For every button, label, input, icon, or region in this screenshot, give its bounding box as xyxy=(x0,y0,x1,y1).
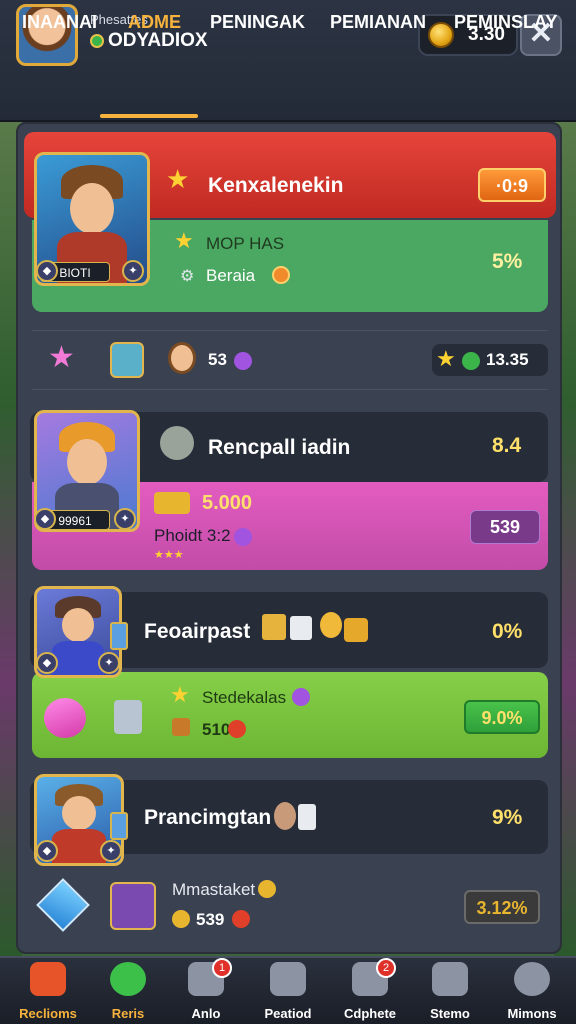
tab-pemianan[interactable]: PEMIANAN xyxy=(330,12,426,33)
profile-name-text: ODYADIOX xyxy=(108,30,208,51)
row-1-hero-icon xyxy=(110,342,144,378)
card-3-coins-icon xyxy=(344,618,368,642)
active-tab-indicator xyxy=(100,114,198,118)
row-1-star-icon: ★ xyxy=(48,341,75,374)
tab-peminslay[interactable]: PEMINSLAY xyxy=(454,12,557,33)
card-2-ticket-icon xyxy=(154,492,190,514)
card-2-value: 8.4 xyxy=(492,434,522,457)
nav-item-reris[interactable]: Reris xyxy=(88,962,168,1021)
row-1-face-icon xyxy=(168,342,196,374)
card-1-line2-coin-icon xyxy=(272,266,290,284)
card-4-price-pill[interactable]: 3.12% xyxy=(464,890,540,924)
card-2-title: Rencpall iadin xyxy=(208,436,351,459)
card-2-chat-icon xyxy=(160,426,194,460)
bottom-nav: Reclioms Reris 1 Anlo Peatiod 2 Cdphete … xyxy=(0,956,576,1024)
top-bar: Phesattes ODYADIOX 3.30 ✕ INAANAI ADME P… xyxy=(0,0,576,122)
card-1-line1-star-icon: ★ xyxy=(174,228,194,253)
tab-adme[interactable]: ADME xyxy=(128,12,181,33)
row-1-value-star-icon: ★ xyxy=(436,346,456,371)
nav-item-cdphete[interactable]: 2 Cdphete xyxy=(330,958,410,1021)
card-4-right-badge-icon: ✦ xyxy=(100,840,122,862)
nav-label-reclioms: Reclioms xyxy=(19,1006,77,1021)
card-3-box-icon xyxy=(290,616,312,640)
card-4-value: 9% xyxy=(492,806,523,829)
nav-item-anlo[interactable]: 1 Anlo xyxy=(166,958,246,1021)
nav-label-mimons: Mimons xyxy=(507,1006,557,1021)
card-1-line2: Beraia xyxy=(206,266,256,285)
card-3-title: Feoairpast xyxy=(144,620,251,643)
card-4-trophy-icon xyxy=(258,880,276,898)
card-3-line2-icon xyxy=(172,718,190,736)
content-panel: BIOTI ◆ ✦ ★ Kenxalenekin ·0:9 ★ MOP HAS … xyxy=(16,122,562,954)
nav-badge-anlo: 1 xyxy=(212,958,232,978)
person-icon xyxy=(514,962,550,996)
card-4-card-icon xyxy=(110,812,128,840)
card-3-value: 0% xyxy=(492,620,523,643)
nav-item-stemo[interactable]: Stemo xyxy=(410,962,490,1021)
card-3-gem-icon xyxy=(292,688,310,706)
card-4-title: Prancimgtan xyxy=(144,806,272,829)
card-4-line2: 539 xyxy=(196,910,225,929)
nav-label-peatiod: Peatiod xyxy=(264,1006,312,1021)
card-2-right-badge-icon: ✦ xyxy=(114,508,136,530)
nav-label-cdphete: Cdphete xyxy=(344,1006,396,1021)
row-1-gem-icon xyxy=(234,352,252,370)
row-1-value-gem-icon xyxy=(462,352,480,370)
card-3-trophy-icon xyxy=(320,612,342,638)
card-2-left-badge-icon: ◆ xyxy=(34,508,56,530)
chat-icon xyxy=(110,962,146,996)
card-4-line1: Mmastaket xyxy=(172,880,256,899)
nav-label-anlo: Anlo xyxy=(191,1006,221,1021)
nav-item-mimons[interactable]: Mimons xyxy=(492,962,572,1021)
card-1-title: Kenxalenekin xyxy=(208,174,344,197)
coin-icon xyxy=(428,22,454,48)
card-2-line2: Phoidt 3:2 xyxy=(154,526,231,545)
card-3-ruby-icon xyxy=(228,720,246,738)
card-4-face-icon xyxy=(274,802,296,830)
card-1-timer-pill[interactable]: ·0:9 xyxy=(478,168,546,202)
message-icon: 2 xyxy=(352,958,396,996)
card-1-line2-icon: ⚙ xyxy=(180,268,195,285)
home-icon xyxy=(30,962,66,996)
card-3-price-pill[interactable]: 9.0% xyxy=(464,700,540,734)
nav-item-reclioms[interactable]: Reclioms xyxy=(8,962,88,1021)
card-1-line1: MOP HAS xyxy=(206,234,285,253)
row-1-value: 13.35 xyxy=(486,350,529,369)
tab-peningak[interactable]: PENINGAK xyxy=(210,12,305,33)
card-1-value: 5% xyxy=(492,250,523,273)
nav-item-peatiod[interactable]: Peatiod xyxy=(248,962,328,1021)
tab-inaanai[interactable]: INAANAI xyxy=(22,12,97,33)
card-3-card-icon xyxy=(110,622,128,650)
card-3-line1-star-icon: ★ xyxy=(170,682,190,707)
card-4-left-badge-icon: ◆ xyxy=(36,840,58,862)
card-4-hero-icon xyxy=(110,882,156,930)
card-3-heart-icon xyxy=(44,698,86,738)
card-2-line1: 5.000 xyxy=(202,492,253,514)
lock-icon xyxy=(432,962,468,996)
card-4-crystal-icon xyxy=(36,878,90,932)
card-3-left-badge-icon: ◆ xyxy=(36,652,58,674)
card-2-gem-icon xyxy=(234,528,252,546)
card-3-line2: 510 xyxy=(202,720,231,739)
card-2-stars-icon: ★★★ xyxy=(154,549,184,561)
row-1-level: 53 xyxy=(208,350,227,369)
card-3-shirt-icon xyxy=(114,700,142,734)
card-3-chest-icon xyxy=(262,614,286,640)
box-icon: 1 xyxy=(188,958,232,996)
nav-label-stemo: Stemo xyxy=(430,1006,470,1021)
card-1-left-badge-icon: ◆ xyxy=(36,260,58,282)
mail-icon xyxy=(270,962,306,996)
card-1-right-badge-icon: ✦ xyxy=(122,260,144,282)
card-4-box-icon xyxy=(298,804,316,830)
gem-icon xyxy=(90,34,104,48)
card-3-right-badge-icon: ✦ xyxy=(98,652,120,674)
card-3-line1: Stedekalas xyxy=(202,688,287,707)
nav-label-reris: Reris xyxy=(111,1006,145,1021)
card-4-ruby-icon xyxy=(232,910,250,928)
nav-badge-cdphete: 2 xyxy=(376,958,396,978)
card-2-price-pill[interactable]: 539 xyxy=(470,510,540,544)
card-4-line2-coin-icon xyxy=(172,910,190,928)
card-1-star-icon: ★ xyxy=(166,164,190,194)
profile-name: ODYADIOX xyxy=(90,30,208,52)
